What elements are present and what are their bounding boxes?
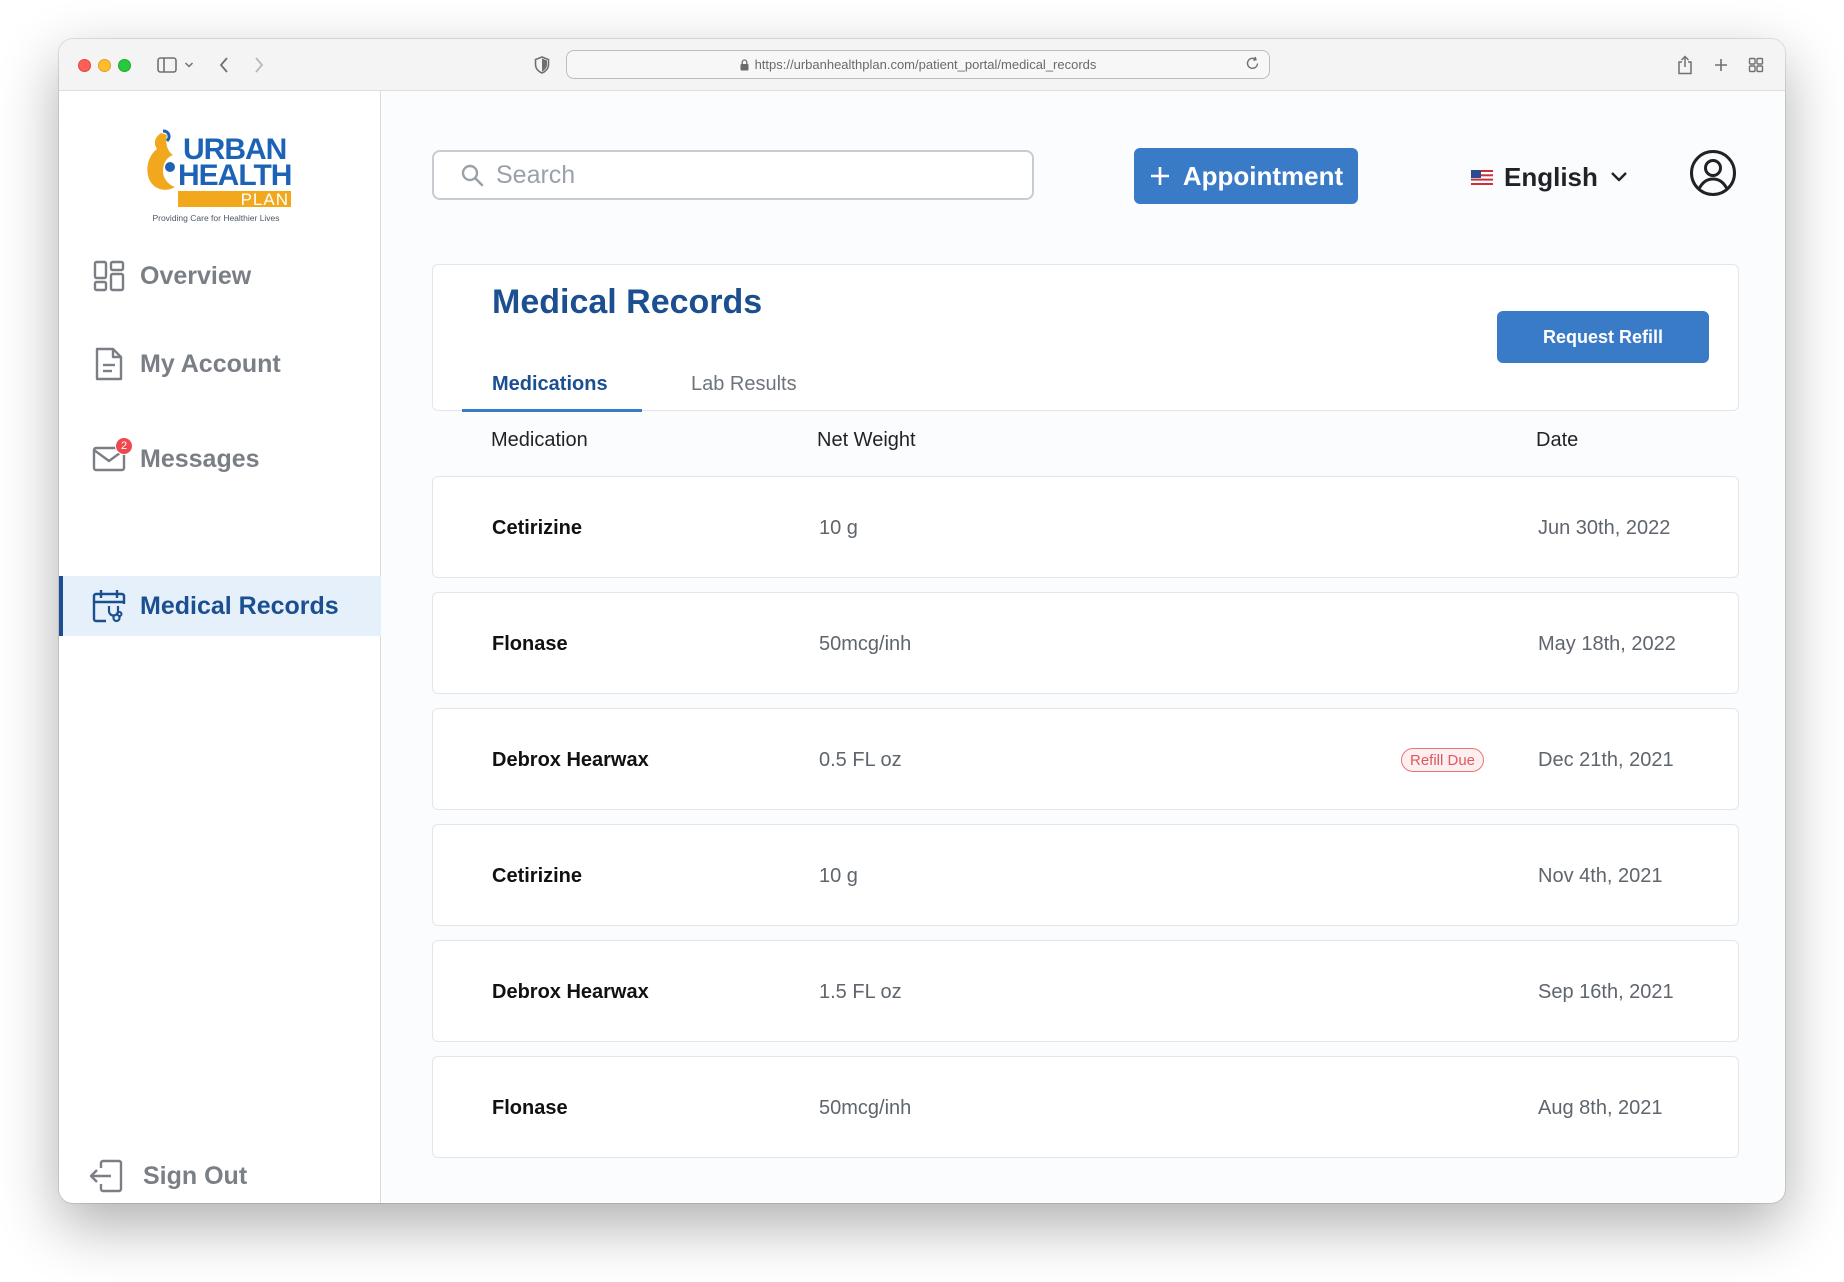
us-flag-icon bbox=[1471, 169, 1493, 185]
sidebar-item-label: Medical Records bbox=[140, 591, 339, 620]
language-label: English bbox=[1504, 161, 1598, 192]
logo-plan-text: PLAN bbox=[240, 190, 289, 209]
logo[interactable]: URBAN HEALTH PLAN Providing Care for Hea… bbox=[141, 129, 292, 225]
sidebar-item-label: Overview bbox=[140, 261, 252, 290]
column-header-medication: Medication bbox=[491, 429, 588, 451]
language-selector[interactable]: English bbox=[1471, 157, 1628, 197]
logo-health-text: HEALTH bbox=[178, 159, 292, 192]
new-tab-icon[interactable] bbox=[1713, 53, 1729, 77]
net-weight: 10 g bbox=[819, 865, 858, 887]
browser-toolbar: https://urbanhealthplan.com/patient_port… bbox=[59, 39, 1785, 91]
medication-name: Cetirizine bbox=[492, 517, 583, 539]
sidebar-item-label: My Account bbox=[140, 349, 281, 378]
date: Jun 30th, 2022 bbox=[1538, 517, 1671, 539]
net-weight: 50mcg/inh bbox=[819, 633, 912, 655]
share-icon[interactable] bbox=[1677, 53, 1693, 77]
logo-tagline: Providing Care for Healthier Lives bbox=[152, 213, 280, 223]
sign-out-icon bbox=[88, 1158, 124, 1194]
date: Sep 16th, 2021 bbox=[1538, 981, 1674, 1003]
date: Nov 4th, 2021 bbox=[1538, 865, 1663, 887]
active-tab-indicator bbox=[462, 409, 642, 412]
sidebar-item-overview[interactable]: Overview bbox=[59, 246, 381, 306]
appointment-label: Appointment bbox=[1182, 160, 1344, 191]
medication-name: Flonase bbox=[492, 1097, 568, 1119]
mail-icon: 2 bbox=[91, 437, 133, 477]
page-title: Medical Records bbox=[492, 283, 763, 321]
date: Aug 8th, 2021 bbox=[1538, 1097, 1663, 1119]
date: Dec 21th, 2021 bbox=[1538, 749, 1674, 771]
privacy-shield-icon[interactable] bbox=[534, 53, 550, 77]
address-bar[interactable]: https://urbanhealthplan.com/patient_port… bbox=[566, 50, 1270, 79]
plus-icon bbox=[1149, 159, 1171, 193]
refill-due-badge: Refill Due bbox=[1401, 748, 1485, 772]
calendar-stethoscope-icon bbox=[91, 588, 127, 624]
dashboard-icon bbox=[91, 258, 127, 294]
net-weight: 1.5 FL oz bbox=[819, 981, 902, 1003]
net-weight: 50mcg/inh bbox=[819, 1097, 912, 1119]
sidebar-toggle-icon[interactable] bbox=[157, 53, 177, 77]
forward-icon[interactable] bbox=[253, 53, 265, 77]
tab-medications[interactable]: Medications bbox=[492, 373, 608, 396]
sign-out-button[interactable]: Sign Out bbox=[59, 1146, 381, 1203]
medication-name: Flonase bbox=[492, 633, 568, 655]
column-header-net-weight: Net Weight bbox=[817, 429, 916, 451]
tab-overview-icon[interactable] bbox=[1748, 53, 1764, 77]
url-text: https://urbanhealthplan.com/patient_port… bbox=[754, 57, 1097, 72]
sidebar-item-label: Messages bbox=[140, 444, 260, 473]
search-input[interactable]: Search bbox=[432, 150, 1034, 200]
lock-icon bbox=[740, 58, 749, 71]
sidebar-item-messages[interactable]: 2 Messages bbox=[59, 429, 381, 489]
tab-lab-results[interactable]: Lab Results bbox=[691, 373, 797, 396]
table-row[interactable]: Flonase 50mcg/inh Aug 8th, 2021 bbox=[432, 1056, 1739, 1158]
table-row[interactable]: Debrox Hearwax 0.5 FL oz Refill Due Dec … bbox=[432, 708, 1739, 810]
net-weight: 10 g bbox=[819, 517, 858, 539]
medication-name: Cetirizine bbox=[492, 865, 583, 887]
chevron-down-icon bbox=[1610, 171, 1628, 183]
add-appointment-button[interactable]: Appointment bbox=[1134, 148, 1358, 204]
logo-plan-bar: PLAN bbox=[178, 190, 291, 209]
column-header-date: Date bbox=[1536, 429, 1579, 451]
chevron-down-icon[interactable] bbox=[184, 53, 194, 77]
net-weight: 0.5 FL oz bbox=[819, 749, 902, 771]
sidebar-item-my-account[interactable]: My Account bbox=[59, 334, 381, 394]
zoom-window-button[interactable] bbox=[118, 59, 131, 72]
user-profile-icon[interactable] bbox=[1689, 149, 1737, 197]
request-refill-button[interactable]: Request Refill bbox=[1497, 311, 1709, 363]
search-placeholder: Search bbox=[496, 160, 576, 189]
search-icon bbox=[460, 163, 484, 187]
medical-records-panel: Medical Records Request Refill Medicatio… bbox=[432, 264, 1739, 412]
table-row[interactable]: Debrox Hearwax 1.5 FL oz Sep 16th, 2021 bbox=[432, 940, 1739, 1042]
minimize-window-button[interactable] bbox=[98, 59, 111, 72]
sign-out-label: Sign Out bbox=[143, 1161, 248, 1190]
close-window-button[interactable] bbox=[78, 59, 91, 72]
table-row[interactable]: Flonase 50mcg/inh May 18th, 2022 bbox=[432, 592, 1739, 694]
reload-icon[interactable] bbox=[1245, 56, 1260, 74]
medication-name: Debrox Hearwax bbox=[492, 981, 649, 1003]
sidebar-item-medical-records[interactable]: Medical Records bbox=[59, 576, 381, 636]
browser-window: https://urbanhealthplan.com/patient_port… bbox=[59, 39, 1785, 1203]
unread-count-badge: 2 bbox=[115, 437, 133, 455]
date: May 18th, 2022 bbox=[1538, 633, 1676, 655]
medication-name: Debrox Hearwax bbox=[492, 749, 649, 771]
document-icon bbox=[91, 346, 127, 382]
back-icon[interactable] bbox=[218, 53, 230, 77]
table-row[interactable]: Cetirizine 10 g Nov 4th, 2021 bbox=[432, 824, 1739, 926]
table-row[interactable]: Cetirizine 10 g Jun 30th, 2022 bbox=[432, 476, 1739, 578]
sidebar: URBAN HEALTH PLAN Providing Care for Hea… bbox=[59, 91, 381, 1203]
